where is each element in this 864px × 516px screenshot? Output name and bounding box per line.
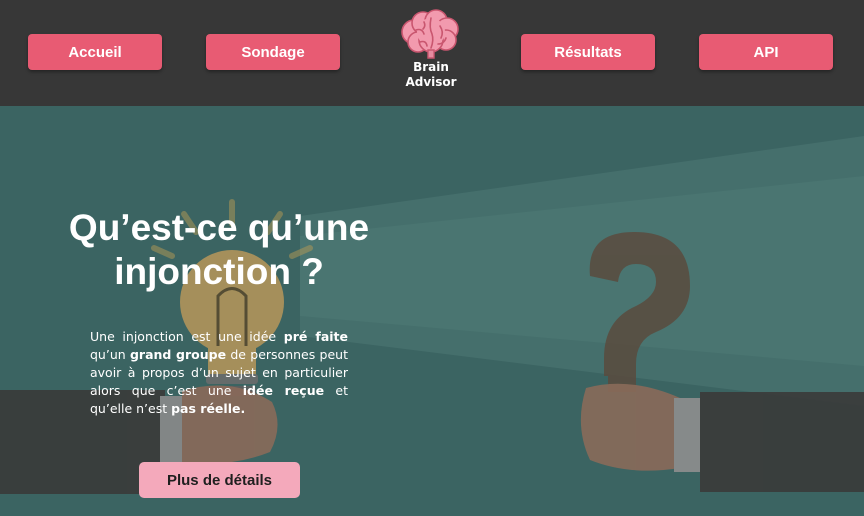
more-details-button[interactable]: Plus de détails [139,462,300,498]
nav-resultats-button[interactable]: Résultats [521,34,655,70]
brain-advisor-logo[interactable]: Brain Advisor [396,8,466,96]
hero-illustration [0,106,864,516]
header: Accueil Sondage Brain Advisor Résultats … [0,0,864,106]
nav-api-button[interactable]: API [699,34,833,70]
desc-bold-4: pas réelle. [171,401,246,416]
desc-bold-1: pré faite [283,329,348,344]
desc-bold-3: idée reçue [242,383,325,398]
nav-sondage-button[interactable]: Sondage [206,34,340,70]
page-title: Qu’est-ce qu’une injonction ? [68,207,370,292]
desc-text-1: Une injonction est une idée [90,329,284,344]
nav-accueil-button[interactable]: Accueil [28,34,162,70]
desc-bold-2: grand groupe [129,347,227,362]
logo-text: Brain Advisor [396,60,466,90]
logo-line-1: Brain [413,60,449,74]
hero-description: Une injonction est une idée pré faite qu… [90,328,348,418]
brain-icon [401,9,459,59]
logo-line-2: Advisor [405,75,457,89]
hero-section: Qu’est-ce qu’une injonction ? Une injonc… [0,106,864,516]
desc-text-2: qu’un [90,347,130,362]
